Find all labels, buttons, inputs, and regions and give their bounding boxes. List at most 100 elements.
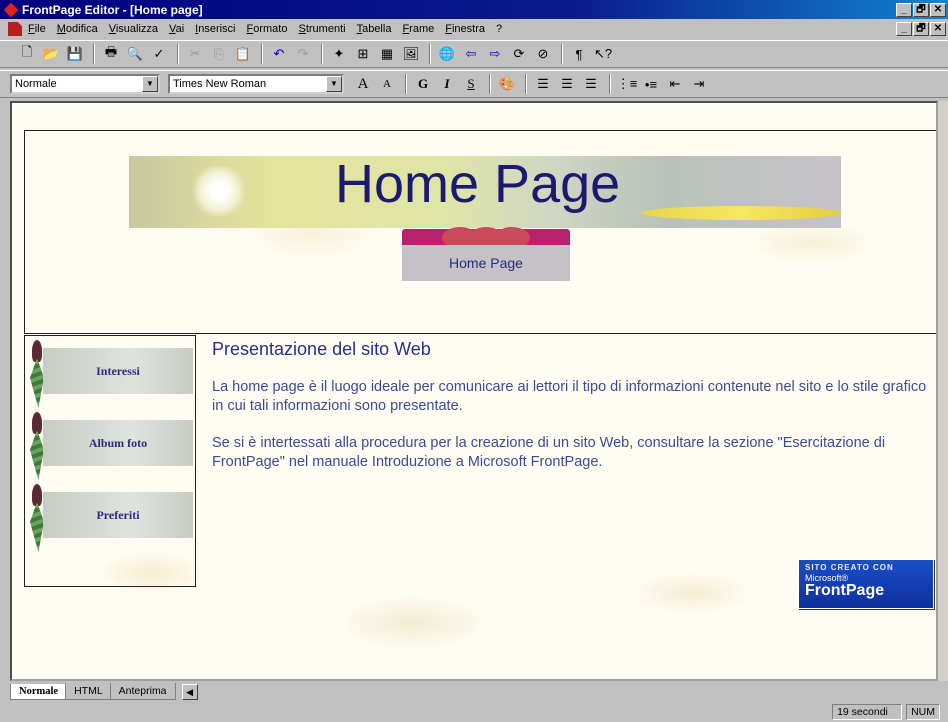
font-select-value: Times New Roman (173, 78, 267, 90)
increase-font-icon[interactable]: A (352, 73, 374, 95)
menu-inserisci[interactable]: Inserisci (195, 23, 235, 35)
text-color-icon[interactable]: 🎨 (496, 73, 518, 95)
toolbar-separator (405, 74, 407, 94)
hyperlink-icon[interactable]: 🌐 (436, 43, 458, 65)
open-icon[interactable]: 📂 (40, 43, 62, 65)
increase-indent-icon[interactable]: ⇥ (688, 73, 710, 95)
intro-paragraph[interactable]: La home page è il luogo ideale per comun… (212, 378, 932, 416)
back-icon[interactable]: ⇦ (460, 43, 482, 65)
num-lock-indicator: NUM (906, 704, 940, 720)
minimize-button[interactable]: _ (896, 2, 912, 17)
menu-help[interactable]: ? (496, 23, 502, 35)
help-pointer-icon[interactable]: ↖? (592, 43, 614, 65)
flower-graphic (189, 166, 249, 216)
stop-icon[interactable]: ⊘ (532, 43, 554, 65)
nav-link-album-foto[interactable]: Album foto (43, 420, 193, 466)
menu-strumenti[interactable]: Strumenti (298, 23, 345, 35)
page-heading[interactable]: Presentazione del sito Web (212, 339, 932, 360)
menu-visualizza[interactable]: Visualizza (109, 23, 158, 35)
frontpage-badge[interactable]: SITO CREATO CON Microsoft® FrontPage (798, 559, 934, 609)
toolbar-separator (489, 74, 491, 94)
bold-icon[interactable]: G (412, 73, 434, 95)
menu-formato[interactable]: Formato (247, 23, 288, 35)
new-page-icon[interactable]: 🗋 (16, 43, 38, 65)
forward-icon[interactable]: ⇨ (484, 43, 506, 65)
status-bar: 19 secondi NUM (0, 702, 948, 722)
tutorial-paragraph[interactable]: Se si è intertessati alla procedura per … (212, 434, 932, 472)
align-center-icon[interactable]: ☰ (556, 73, 578, 95)
title-bar: FrontPage Editor - [Home page] _ 🗗 ✕ (0, 0, 948, 19)
chevron-down-icon[interactable]: ▼ (326, 76, 342, 92)
editor-canvas[interactable]: Home Page Home Page Interessi Album foto… (10, 101, 938, 681)
undo-icon[interactable]: ↶ (268, 43, 290, 65)
frontpage-app-icon[interactable] (3, 2, 19, 17)
formatting-toolbar: Normale ▼ Times New Roman ▼ A A G I S 🎨 … (0, 70, 948, 98)
toolbar-separator (261, 44, 263, 64)
menu-finestra[interactable]: Finestra (445, 23, 485, 35)
nav-link-preferiti[interactable]: Preferiti (43, 492, 193, 538)
menu-modifica[interactable]: Modifica (57, 23, 98, 35)
menu-frame[interactable]: Frame (402, 23, 434, 35)
doc-close-button[interactable]: ✕ (930, 22, 946, 36)
scroll-left-icon[interactable]: ◀ (181, 683, 198, 700)
nav-link-interessi[interactable]: Interessi (43, 348, 193, 394)
standard-toolbar: 🗋 📂 💾 🖶 🔍 ✓ ✂ ⎘ 📋 ↶ ↷ ✦ ⊞ ▦ 🖼 🌐 ⇦ ⇨ ⟳ ⊘ … (0, 40, 948, 68)
menu-file[interactable]: File (28, 23, 46, 35)
toolbar-separator (561, 44, 563, 64)
italic-icon[interactable]: I (436, 73, 458, 95)
window-title: FrontPage Editor - [Home page] (22, 2, 203, 17)
toolbar-separator (429, 44, 431, 64)
cut-icon[interactable]: ✂ (184, 43, 206, 65)
refresh-icon[interactable]: ⟳ (508, 43, 530, 65)
download-time: 19 secondi (832, 704, 903, 720)
tab-anteprima[interactable]: Anteprima (109, 683, 176, 700)
tab-html[interactable]: HTML (65, 683, 112, 700)
show-paragraph-icon[interactable]: ¶ (568, 43, 590, 65)
gold-stroke-graphic (641, 206, 841, 220)
toolbar-separator (321, 44, 323, 64)
font-select[interactable]: Times New Roman ▼ (168, 74, 344, 94)
badge-line1: SITO CREATO CON (805, 563, 894, 572)
save-icon[interactable]: 💾 (64, 43, 86, 65)
menu-tabella[interactable]: Tabella (357, 23, 392, 35)
banner-subtitle[interactable]: Home Page (402, 245, 570, 281)
insert-component-icon[interactable]: ✦ (328, 43, 350, 65)
close-button[interactable]: ✕ (930, 2, 946, 17)
align-left-icon[interactable]: ☰ (532, 73, 554, 95)
chevron-down-icon[interactable]: ▼ (142, 76, 158, 92)
align-right-icon[interactable]: ☰ (580, 73, 602, 95)
copy-icon[interactable]: ⎘ (208, 43, 230, 65)
doc-restore-button[interactable]: 🗗 (913, 22, 929, 36)
bulleted-list-icon[interactable]: •≡ (640, 73, 662, 95)
vertical-scrollbar[interactable] (938, 101, 948, 681)
maximize-button[interactable]: 🗗 (913, 2, 929, 17)
view-tabs: Normale HTML Anteprima ◀ (0, 681, 948, 702)
underline-icon[interactable]: S (460, 73, 482, 95)
style-select-value: Normale (15, 78, 57, 90)
toolbar-separator (609, 74, 611, 94)
banner-title: Home Page (335, 154, 621, 214)
toolbar-separator (93, 44, 95, 64)
tab-normale[interactable]: Normale (10, 683, 68, 700)
print-preview-icon[interactable]: 🔍 (124, 43, 146, 65)
menu-bar: File Modifica Visualizza Vai Inserisci F… (0, 19, 948, 39)
insert-image-icon[interactable]: 🖼 (400, 43, 422, 65)
redo-icon[interactable]: ↷ (292, 43, 314, 65)
insert-table-icon[interactable]: ▦ (376, 43, 398, 65)
main-content: Presentazione del sito Web La home page … (212, 339, 932, 490)
numbered-list-icon[interactable]: ⋮≡ (616, 73, 638, 95)
window-controls: _ 🗗 ✕ (896, 2, 946, 17)
decrease-font-icon[interactable]: A (376, 73, 398, 95)
toolbar-separator (177, 44, 179, 64)
insert-form-icon[interactable]: ⊞ (352, 43, 374, 65)
menu-vai[interactable]: Vai (169, 23, 184, 35)
decrease-indent-icon[interactable]: ⇤ (664, 73, 686, 95)
banner-frame: Home Page Home Page (24, 130, 936, 334)
print-icon[interactable]: 🖶 (100, 43, 122, 65)
document-icon[interactable] (8, 22, 22, 36)
spelling-icon[interactable]: ✓ (148, 43, 170, 65)
paste-icon[interactable]: 📋 (232, 43, 254, 65)
toolbar-separator (525, 74, 527, 94)
style-select[interactable]: Normale ▼ (10, 74, 160, 94)
doc-minimize-button[interactable]: _ (896, 22, 912, 36)
